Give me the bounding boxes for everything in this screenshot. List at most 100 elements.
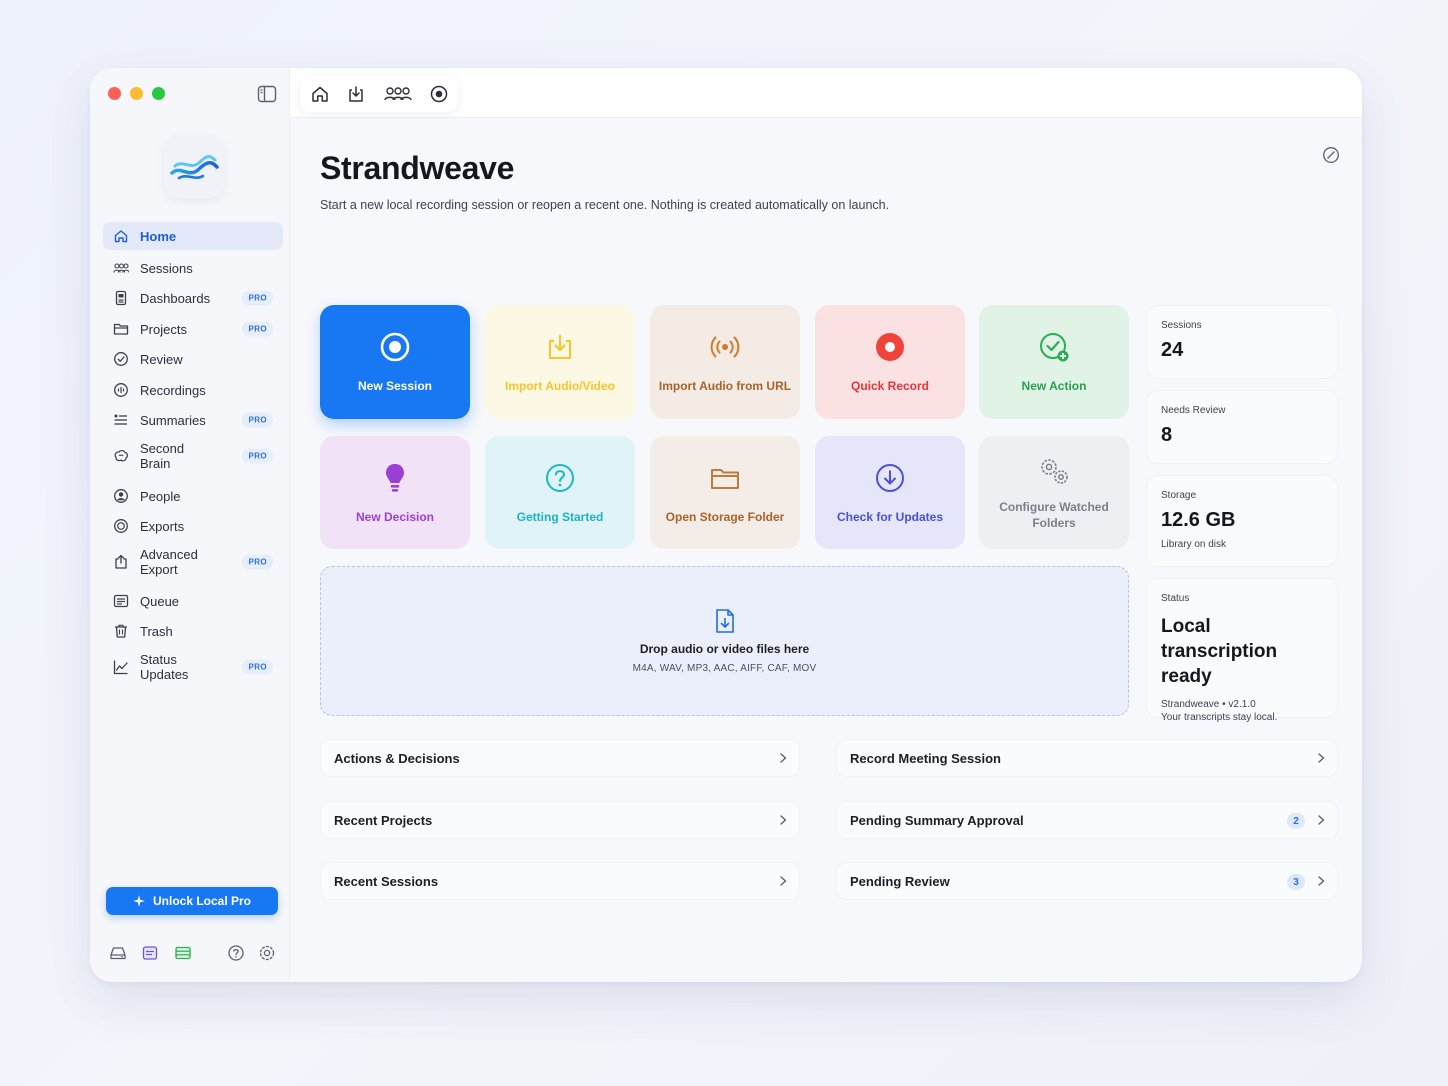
sidebar-item-label: Advanced Export [140,547,198,577]
row-recent-sessions[interactable]: Recent Sessions [320,862,800,900]
file-drop-zone[interactable]: Drop audio or video files here M4A, WAV,… [320,566,1129,716]
brain-icon [114,449,128,462]
import-audio-url-tile[interactable]: Import Audio from URL [650,305,800,419]
close-window-button[interactable] [108,87,121,100]
sidebar-item-label: Summaries [140,412,206,428]
row-label: Actions & Decisions [334,750,460,766]
tile-label: Check for Updates [836,509,944,524]
storage-stack-icon[interactable] [174,944,192,962]
sidebar-item-advanced-export[interactable]: Advanced Export PRO [103,541,283,583]
zoom-window-button[interactable] [152,87,165,100]
download-circle-icon [876,463,904,492]
sidebar-item-label: Recordings [140,382,206,398]
record-toolbar-icon[interactable] [429,84,449,104]
help-icon[interactable] [227,944,245,962]
row-label: Record Meeting Session [850,750,1001,766]
chevron-right-icon [780,876,787,886]
stat-sub: Library on disk [1161,539,1227,550]
tile-label: Import Audio from URL [658,379,792,393]
version-text: Strandweave • v2.1.0 [1161,699,1256,710]
status-value: Local transcription ready [1161,616,1278,687]
sidebar-item-label: Queue [140,593,180,609]
page-title: Strandweave [320,150,515,186]
queue-icon [113,594,129,608]
pro-badge: PRO [242,448,273,464]
sidebar-item-review[interactable]: Review [103,344,283,374]
sidebar-item-projects[interactable]: Projects PRO [103,314,283,344]
import-audio-video-tile[interactable]: Import Audio/Video [485,305,635,419]
new-action-tile[interactable]: New Action [979,305,1129,419]
minimize-window-button[interactable] [130,87,143,100]
people-toolbar-icon[interactable] [383,84,413,104]
list-icon [114,414,127,425]
home-toolbar-icon[interactable] [310,84,330,104]
drive-icon[interactable] [109,944,127,962]
customize-icon[interactable] [1322,146,1340,164]
dashboard-icon [115,290,127,306]
app-logo [164,136,224,198]
new-decision-tile[interactable]: New Decision [320,436,470,549]
row-actions-decisions[interactable]: Actions & Decisions [320,739,800,777]
sparkle-icon [132,895,145,907]
sidebar-item-sessions[interactable]: Sessions [103,253,283,283]
tile-label: Getting Started [516,509,604,524]
status-stat-card: Status Local transcription ready Strandw… [1146,578,1338,723]
broadcast-icon [710,336,740,358]
record-target-icon [380,332,410,362]
getting-started-tile[interactable]: Getting Started [485,436,635,549]
sidebar-item-label: Second Brain [140,441,185,471]
tile-label: Configure Watched Folders [999,499,1109,530]
row-label: Recent Sessions [334,873,439,889]
row-pending-review[interactable]: Pending Review 3 [836,862,1338,900]
configure-watched-folders-tile[interactable]: Configure Watched Folders [979,436,1129,549]
notes-icon[interactable] [141,944,159,962]
chevron-right-icon [780,815,787,825]
row-record-meeting-session[interactable]: Record Meeting Session [836,739,1338,777]
stat-label: Storage [1161,490,1197,501]
row-recent-projects[interactable]: Recent Projects [320,801,800,839]
app-window: Home Sessions Dashboards PRO Projects PRO Revi… [90,68,1362,982]
settings-gear-icon[interactable] [258,944,276,962]
quick-record-tile[interactable]: Quick Record [815,305,965,419]
sidebar-item-trash[interactable]: Trash [103,616,283,646]
sessions-stat-card: Sessions 24 [1146,305,1338,379]
record-dot-icon [876,333,904,361]
chevron-right-icon [1318,876,1325,886]
open-storage-folder-tile[interactable]: Open Storage Folder [650,436,800,549]
import-toolbar-icon[interactable] [346,84,366,104]
sidebar-item-label: Trash [140,623,173,639]
count-badge: 3 [1287,874,1305,890]
row-label: Recent Projects [334,812,433,828]
tile-label: Open Storage Folder [665,509,785,524]
sidebar-item-exports[interactable]: Exports [103,511,283,541]
sidebar-item-home[interactable]: Home [103,222,283,250]
sidebar-item-queue[interactable]: Queue [103,586,283,616]
unlock-pro-label: Unlock Local Pro [152,894,252,908]
tile-label: New Action [1021,379,1087,393]
pro-badge: PRO [242,412,273,428]
drop-zone-formats: M4A, WAV, MP3, AAC, AIFF, CAF, MOV [632,663,817,674]
sidebar-item-people[interactable]: People [103,481,283,511]
pro-badge: PRO [242,321,273,337]
sidebar-item-summaries[interactable]: Summaries PRO [103,405,283,435]
row-label: Pending Summary Approval [850,812,1024,828]
sidebar-item-dashboards[interactable]: Dashboards PRO [103,283,283,313]
tile-label: Import Audio/Video [505,379,615,393]
check-updates-tile[interactable]: Check for Updates [815,436,965,549]
new-session-tile[interactable]: New Session [320,305,470,419]
sidebar-item-second-brain[interactable]: Second Brain PRO [103,435,283,477]
page-subtitle: Start a new local recording session or r… [320,198,890,212]
row-pending-summary-approval[interactable]: Pending Summary Approval 2 [836,801,1338,839]
sidebar-item-recordings[interactable]: Recordings [103,375,283,405]
tile-label: Quick Record [850,379,930,393]
window-controls [108,87,165,100]
sidebar-item-status-updates[interactable]: Status Updates PRO [103,646,283,688]
unlock-pro-button[interactable]: Unlock Local Pro [106,887,278,915]
check-plus-icon [1040,333,1069,362]
sidebar-item-label: Sessions [140,260,193,276]
pro-badge: PRO [242,659,273,675]
lightbulb-icon [386,463,404,492]
chart-line-icon [113,660,128,675]
home-icon [114,230,128,243]
sidebar-toggle-icon[interactable] [257,85,277,103]
